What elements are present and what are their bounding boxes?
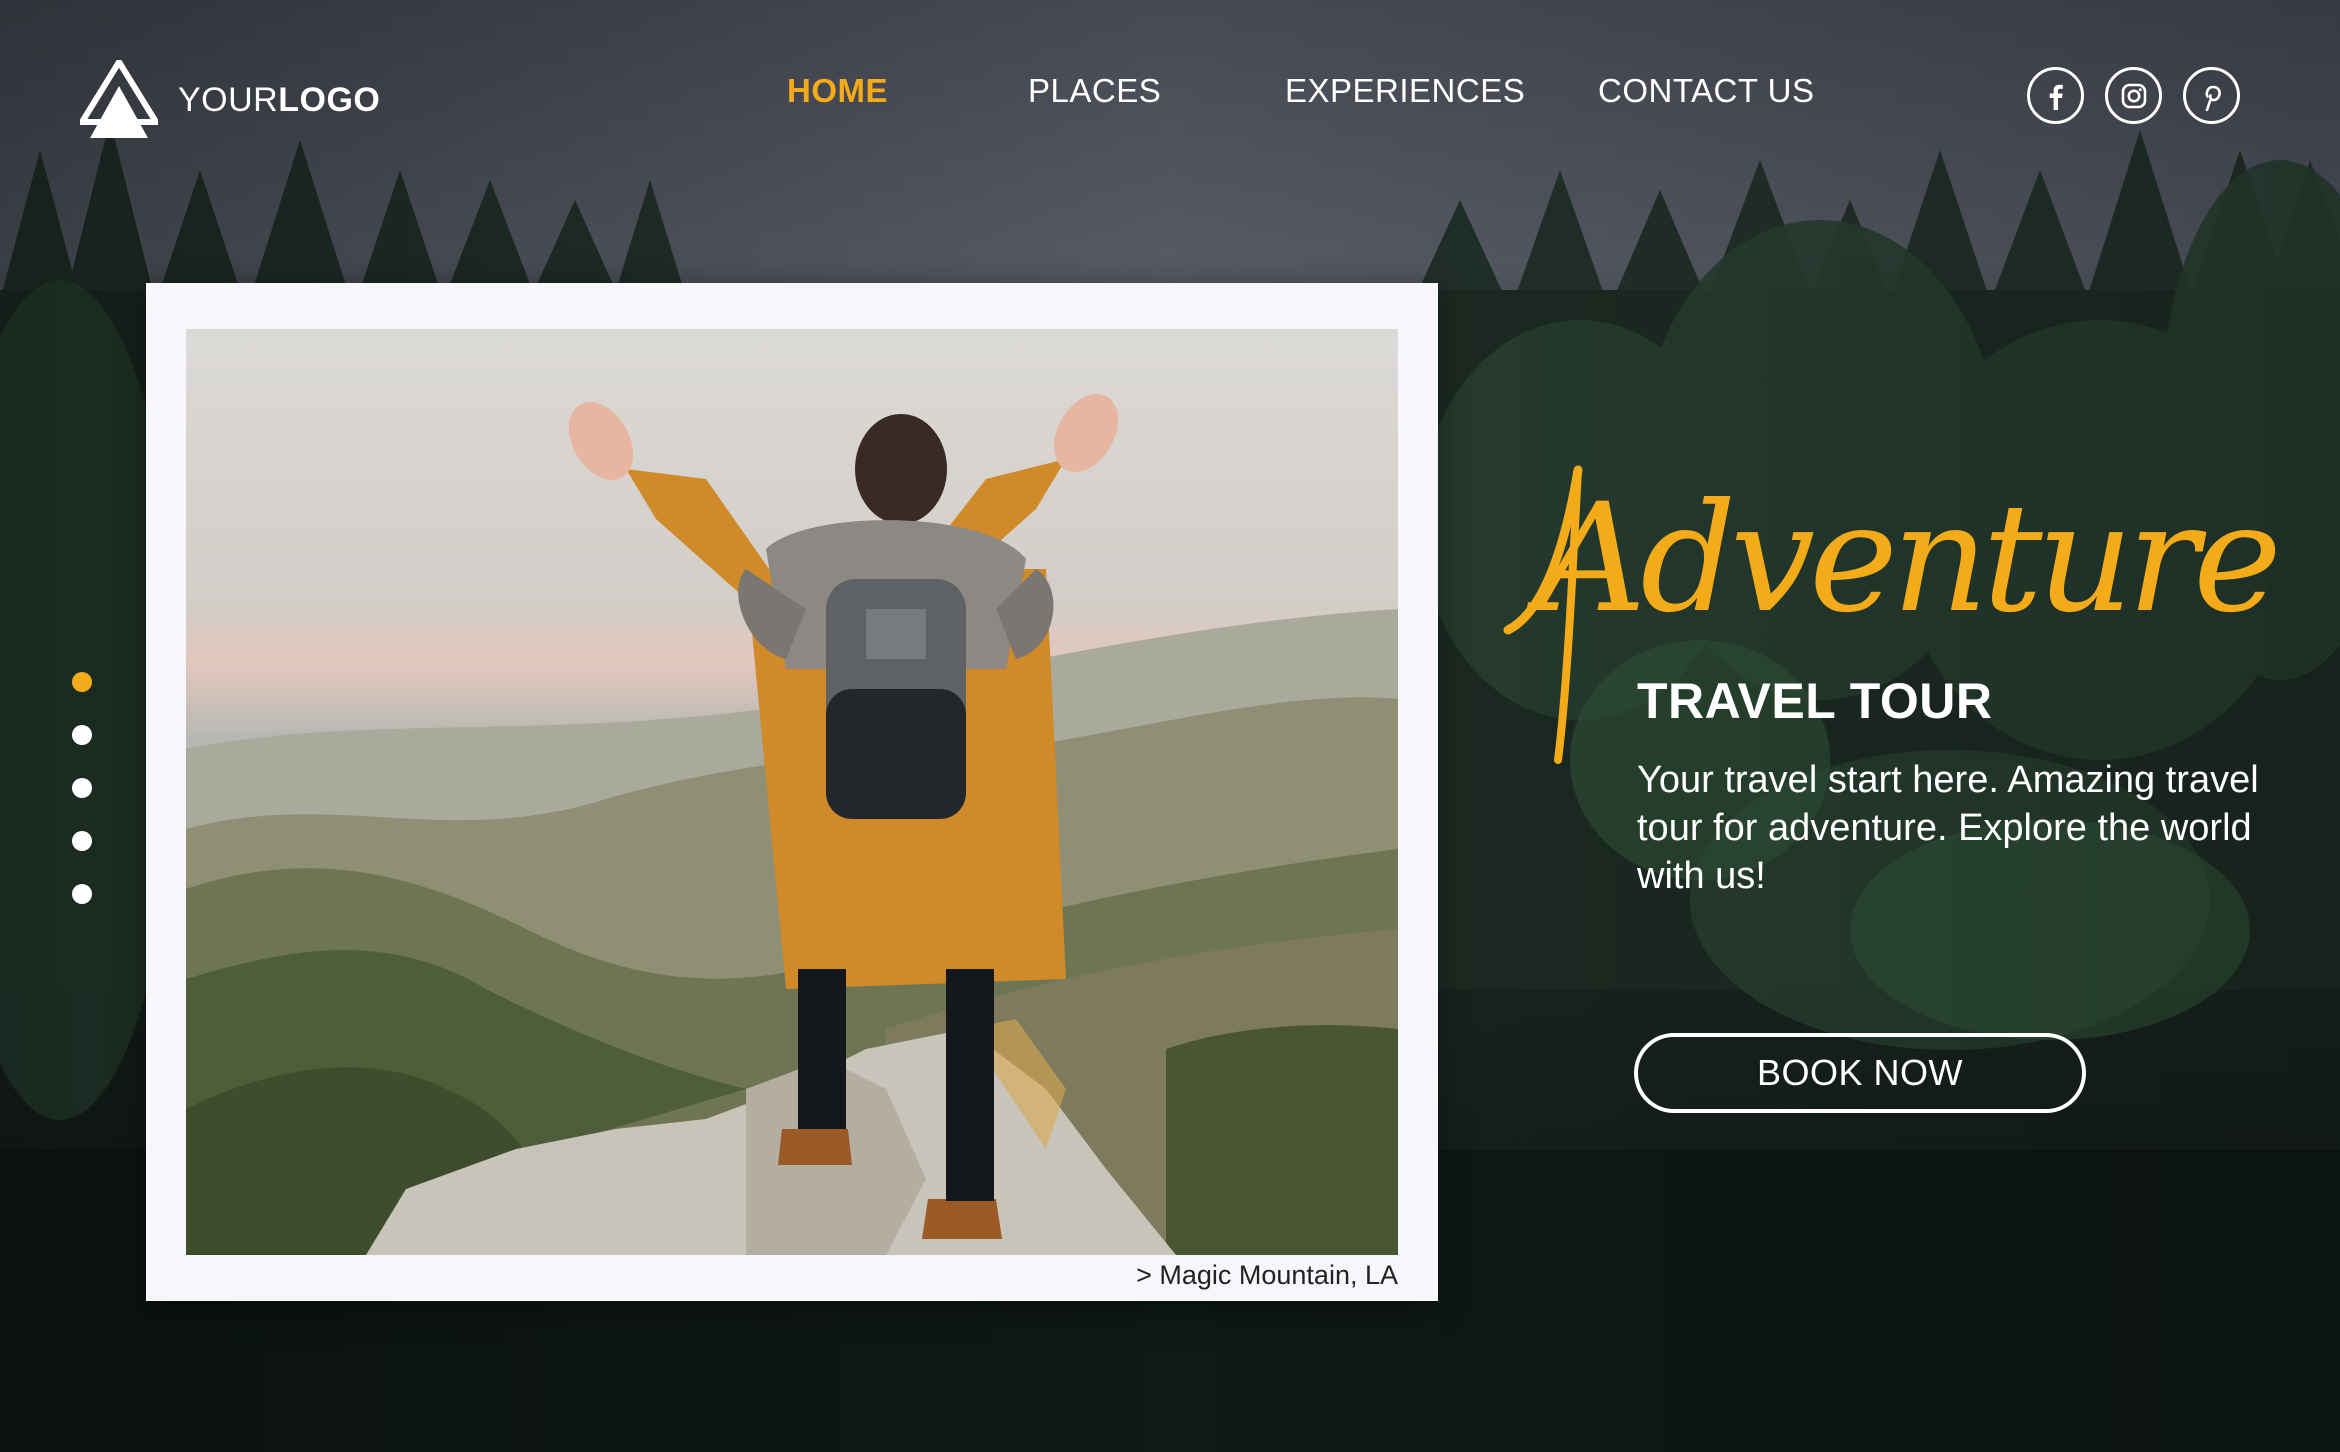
facebook-icon <box>2049 84 2063 110</box>
photo-card: > Magic Mountain, LA <box>146 283 1438 1301</box>
carousel-dot-1[interactable] <box>72 672 92 692</box>
hero-title: TRAVEL TOUR <box>1637 673 1993 729</box>
hiker-photo <box>186 329 1398 1255</box>
carousel-dot-2[interactable] <box>72 725 92 745</box>
hero-script-title: Adventure <box>1498 440 2282 800</box>
pinterest-button[interactable] <box>2183 67 2240 124</box>
hero-description: Your travel start here. Amazing travel t… <box>1637 759 2259 897</box>
nav-places-link[interactable]: PLACES <box>1028 72 1161 110</box>
pinterest-icon <box>2205 85 2221 111</box>
social-links <box>2027 67 2240 124</box>
script-title-text: Adventure <box>1526 472 2276 646</box>
photo-caption: > Magic Mountain, LA <box>1136 1260 1398 1290</box>
nav-home-link[interactable]: HOME <box>787 72 888 110</box>
book-now-button[interactable]: BOOK NOW <box>1634 1033 2086 1113</box>
carousel-dots <box>72 672 92 937</box>
carousel-dot-3[interactable] <box>72 778 92 798</box>
hiker-on-mountain-image <box>186 329 1398 1255</box>
nav-contact-link[interactable]: CONTACT US <box>1598 72 1814 110</box>
instagram-icon <box>2121 83 2146 108</box>
facebook-button[interactable] <box>2027 67 2084 124</box>
instagram-button[interactable] <box>2105 67 2162 124</box>
carousel-dot-5[interactable] <box>72 884 92 904</box>
nav-experiences-link[interactable]: EXPERIENCES <box>1285 72 1525 110</box>
carousel-dot-4[interactable] <box>72 831 92 851</box>
main-navigation: HOME PLACES EXPERIENCES CONTACT US <box>0 72 2340 122</box>
